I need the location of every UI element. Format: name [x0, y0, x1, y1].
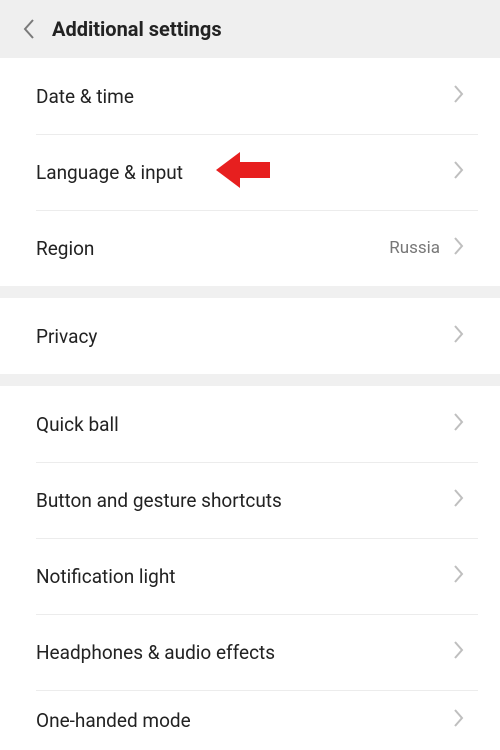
chevron-right-icon: [454, 641, 464, 663]
back-icon[interactable]: [18, 18, 40, 40]
row-value: Russia: [389, 238, 440, 258]
row-label: Region: [36, 237, 389, 260]
row-label: Date & time: [36, 85, 454, 108]
page-title: Additional settings: [52, 17, 222, 41]
chevron-right-icon: [454, 709, 464, 731]
chevron-right-icon: [454, 237, 464, 259]
chevron-right-icon: [454, 413, 464, 435]
row-label: Language & input: [36, 161, 454, 184]
row-label: Button and gesture shortcuts: [36, 489, 454, 512]
row-quick-ball[interactable]: Quick ball: [0, 386, 500, 462]
row-headphones-audio-effects[interactable]: Headphones & audio effects: [0, 614, 500, 690]
chevron-right-icon: [454, 85, 464, 107]
row-label: Privacy: [36, 325, 454, 348]
chevron-right-icon: [454, 489, 464, 511]
row-label: Headphones & audio effects: [36, 641, 454, 664]
chevron-right-icon: [454, 325, 464, 347]
settings-group: Date & time Language & input Region Russ…: [0, 58, 500, 286]
settings-group: Quick ball Button and gesture shortcuts …: [0, 386, 500, 750]
settings-group: Privacy: [0, 298, 500, 374]
row-notification-light[interactable]: Notification light: [0, 538, 500, 614]
row-label: Notification light: [36, 565, 454, 588]
header-bar: Additional settings: [0, 0, 500, 58]
row-button-gesture-shortcuts[interactable]: Button and gesture shortcuts: [0, 462, 500, 538]
row-region[interactable]: Region Russia: [0, 210, 500, 286]
chevron-right-icon: [454, 161, 464, 183]
row-privacy[interactable]: Privacy: [0, 298, 500, 374]
row-one-handed-mode[interactable]: One-handed mode: [0, 690, 500, 750]
row-language-input[interactable]: Language & input: [0, 134, 500, 210]
chevron-right-icon: [454, 565, 464, 587]
row-label: One-handed mode: [36, 709, 454, 732]
row-label: Quick ball: [36, 413, 454, 436]
row-date-time[interactable]: Date & time: [0, 58, 500, 134]
